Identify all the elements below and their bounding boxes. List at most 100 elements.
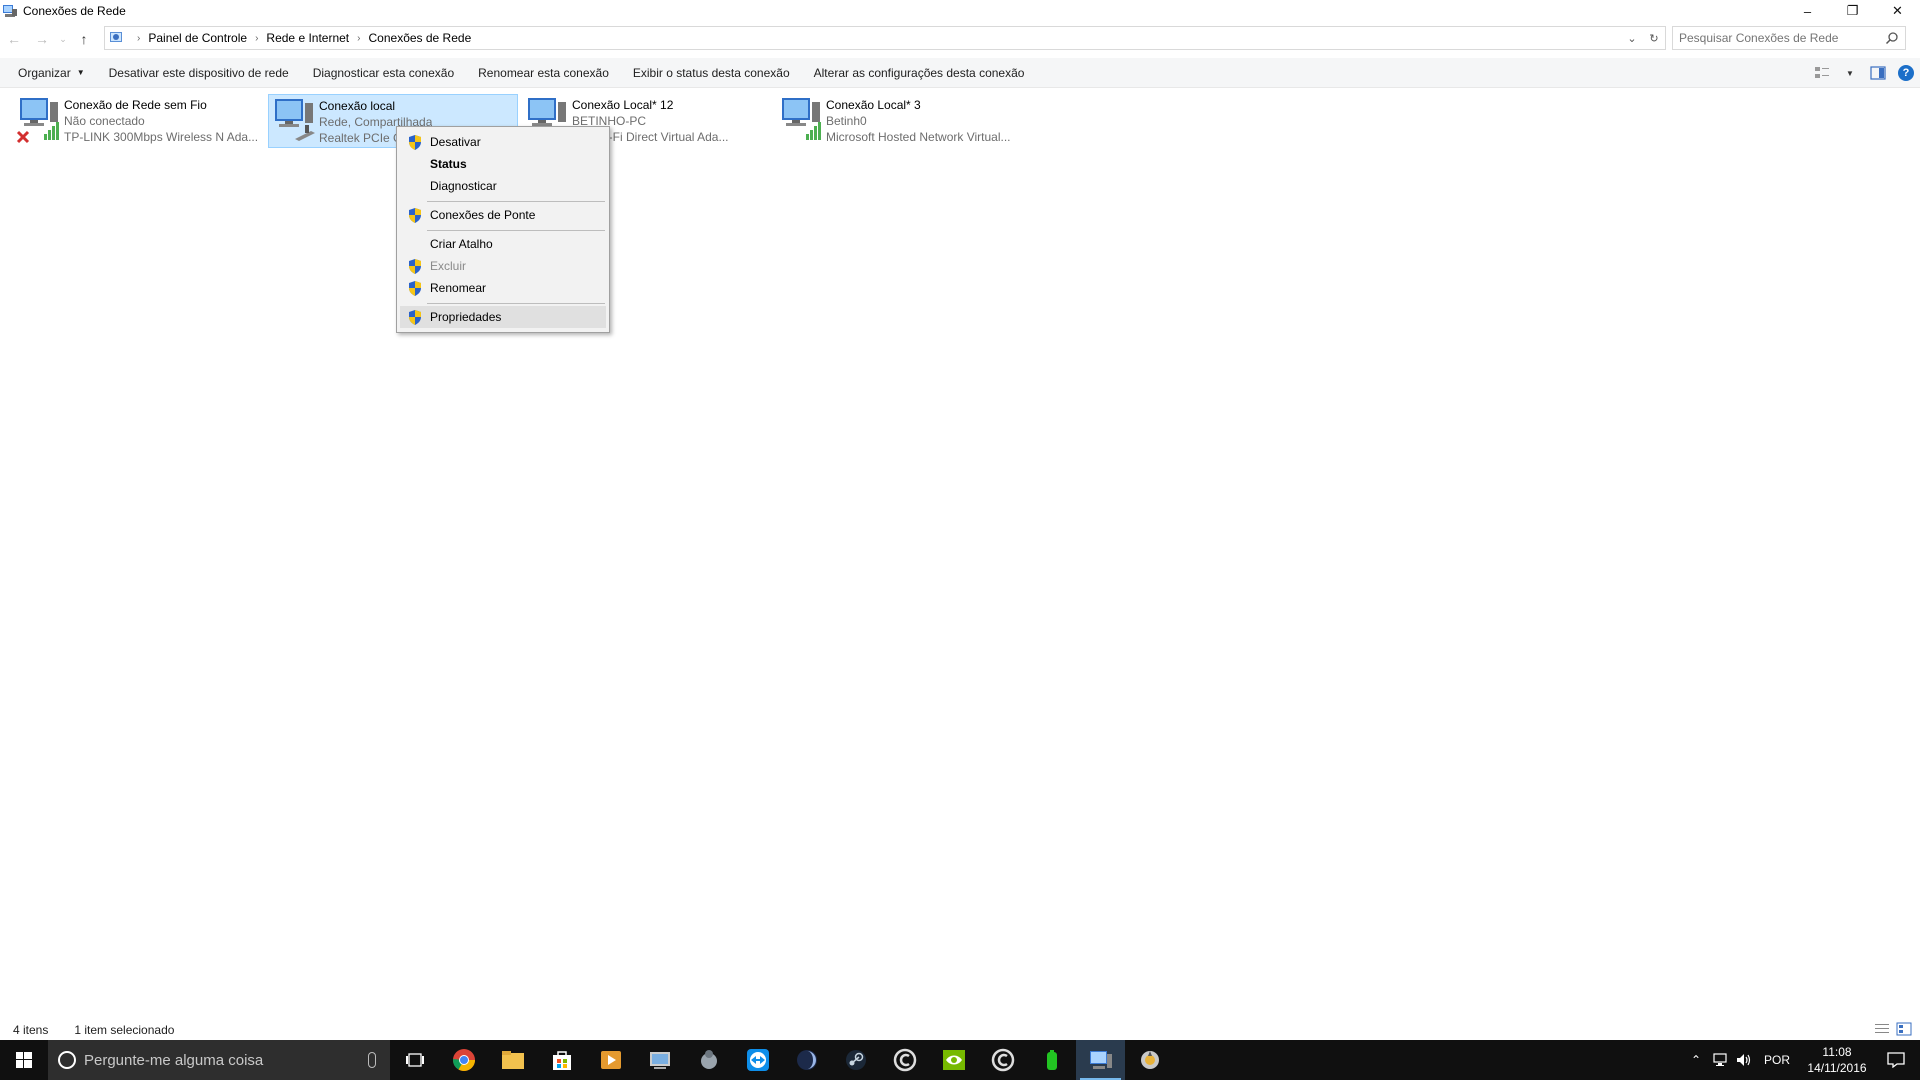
start-button[interactable] xyxy=(0,1040,48,1080)
taskbar-app-network-monitor[interactable] xyxy=(635,1040,684,1080)
menu-item-label: Desativar xyxy=(430,135,481,149)
up-arrow-icon[interactable]: ↑ xyxy=(70,27,98,51)
menu-item-create-shortcut[interactable]: Criar Atalho xyxy=(400,233,606,255)
breadcrumb-network-connections[interactable]: Conexões de Rede xyxy=(369,31,472,45)
menu-item-label: Renomear xyxy=(430,281,487,295)
clock-date: 14/11/2016 xyxy=(1807,1061,1867,1075)
close-button[interactable]: ✕ xyxy=(1875,0,1920,22)
breadcrumb-separator-icon[interactable]: › xyxy=(137,33,140,44)
menu-item-diagnose[interactable]: Diagnosticar xyxy=(400,175,606,197)
microphone-icon[interactable] xyxy=(368,1052,376,1068)
menu-item-properties[interactable]: Propriedades xyxy=(400,306,606,328)
breadcrumb-separator-icon[interactable]: › xyxy=(255,33,258,44)
organize-button[interactable]: Organizar ▼ xyxy=(0,59,97,87)
uac-shield-icon xyxy=(409,259,421,274)
taskbar-app-teamviewer[interactable] xyxy=(733,1040,782,1080)
breadcrumb-separator-icon[interactable]: › xyxy=(357,33,360,44)
input-language-indicator[interactable]: POR xyxy=(1764,1053,1790,1067)
view-status-button[interactable]: Exibir o status desta conexão xyxy=(621,59,802,87)
taskbar-app-media-player[interactable] xyxy=(586,1040,635,1080)
view-dropdown-arrow-icon[interactable]: ▼ xyxy=(1836,59,1864,87)
network-connections-app-icon xyxy=(2,3,18,19)
help-icon[interactable]: ? xyxy=(1892,59,1920,87)
details-view-icon[interactable] xyxy=(1874,1022,1890,1039)
taskbar-app-battery-tool[interactable] xyxy=(1027,1040,1076,1080)
connection-status: Betinh0 xyxy=(826,114,867,128)
status-bar: 4 itens 1 item selecionado xyxy=(0,1020,1920,1040)
menu-item-delete[interactable]: Excluir xyxy=(400,255,606,277)
menu-item-label: Propriedades xyxy=(430,310,502,324)
uac-shield-icon xyxy=(409,135,421,150)
change-settings-button[interactable]: Alterar as configurações desta conexão xyxy=(802,59,1037,87)
notification-icon xyxy=(1887,1052,1905,1068)
taskbar-app-bug-tool[interactable] xyxy=(684,1040,733,1080)
search-input[interactable] xyxy=(1679,31,1879,45)
breadcrumb-control-panel[interactable]: Painel de Controle xyxy=(148,31,247,45)
network-connections-icon xyxy=(1089,1051,1112,1069)
window-title: Conexões de Rede xyxy=(23,4,126,18)
search-icon[interactable] xyxy=(1885,31,1899,45)
minimize-button[interactable]: – xyxy=(1785,0,1830,22)
menu-separator xyxy=(427,201,605,202)
chrome-icon xyxy=(452,1049,475,1071)
taskbar-app-ccleaner-2[interactable] xyxy=(978,1040,1027,1080)
menu-item-rename[interactable]: Renomear xyxy=(400,277,606,299)
taskbar-app-file-explorer[interactable] xyxy=(488,1040,537,1080)
menu-item-status[interactable]: Status xyxy=(400,153,606,175)
ccleaner-icon xyxy=(991,1048,1014,1072)
restore-button[interactable]: ❐ xyxy=(1830,0,1875,22)
connection-name: Conexão de Rede sem Fio xyxy=(64,98,207,112)
menu-item-label: Diagnosticar xyxy=(430,179,497,193)
taskbar-app-ccleaner[interactable] xyxy=(880,1040,929,1080)
search-box[interactable] xyxy=(1672,26,1906,50)
nvidia-icon xyxy=(942,1050,965,1070)
view-options-icon[interactable] xyxy=(1808,59,1836,87)
back-arrow-icon[interactable]: ← xyxy=(0,27,28,51)
recent-locations-chevron-icon[interactable]: ⌄ xyxy=(56,27,70,51)
command-bar: Organizar ▼ Desativar este dispositivo de… xyxy=(0,58,1920,88)
cortana-search-box[interactable]: Pergunte-me alguma coisa xyxy=(48,1040,390,1080)
preview-pane-icon[interactable] xyxy=(1864,59,1892,87)
taskbar: Pergunte-me alguma coisa ⌃ POR 11:08 14/… xyxy=(0,1040,1920,1080)
taskbar-app-steam[interactable] xyxy=(831,1040,880,1080)
refresh-icon[interactable]: ↻ xyxy=(1643,27,1665,49)
menu-item-label: Conexões de Ponte xyxy=(430,208,536,222)
connection-name: Conexão Local* 3 xyxy=(826,98,921,112)
forward-arrow-icon[interactable]: → xyxy=(28,27,56,51)
taskbar-app-cpu-tool[interactable] xyxy=(1125,1040,1174,1080)
diagnose-button[interactable]: Diagnosticar esta conexão xyxy=(301,59,466,87)
title-bar: Conexões de Rede – ❐ ✕ xyxy=(0,0,1920,22)
clock-time: 11:08 xyxy=(1822,1045,1852,1059)
taskbar-app-nvidia[interactable] xyxy=(929,1040,978,1080)
network-tray-icon[interactable] xyxy=(1708,1040,1732,1080)
uac-shield-icon xyxy=(409,208,421,223)
rename-button[interactable]: Renomear esta conexão xyxy=(466,59,621,87)
tiles-view-icon[interactable] xyxy=(1896,1022,1912,1039)
address-dropdown-chevron-icon[interactable]: ⌄ xyxy=(1621,27,1643,49)
control-panel-icon xyxy=(109,30,125,46)
address-bar: ← → ⌄ ↑ › Painel de Controle › Rede e In… xyxy=(0,26,1920,52)
action-center-button[interactable] xyxy=(1872,1040,1920,1080)
bug-tool-icon xyxy=(700,1050,717,1069)
menu-separator xyxy=(427,303,605,304)
menu-item-bridge-connections[interactable]: Conexões de Ponte xyxy=(400,204,606,226)
cortana-search-placeholder: Pergunte-me alguma coisa xyxy=(84,1051,264,1069)
taskbar-app-flux[interactable] xyxy=(782,1040,831,1080)
breadcrumb-network-internet[interactable]: Rede e Internet xyxy=(266,31,349,45)
media-player-icon xyxy=(600,1051,621,1069)
taskbar-app-network-connections[interactable] xyxy=(1076,1040,1125,1080)
connection-item-local-3[interactable]: Conexão Local* 3 Betinh0 Microsoft Hoste… xyxy=(776,94,1036,148)
clock[interactable]: 11:08 14/11/2016 xyxy=(1802,1044,1872,1076)
task-view-icon xyxy=(405,1053,424,1067)
breadcrumb[interactable]: › Painel de Controle › Rede e Internet ›… xyxy=(104,26,1666,50)
disable-device-button[interactable]: Desativar este dispositivo de rede xyxy=(97,59,301,87)
help-label: ? xyxy=(1898,65,1914,81)
volume-icon[interactable] xyxy=(1732,1040,1756,1080)
connection-item-wireless[interactable]: Conexão de Rede sem Fio Não conectado TP… xyxy=(14,94,262,148)
system-tray: ⌃ POR 11:08 14/11/2016 xyxy=(1684,1040,1920,1080)
taskbar-app-chrome[interactable] xyxy=(439,1040,488,1080)
taskbar-app-store[interactable] xyxy=(537,1040,586,1080)
show-hidden-icons-chevron-icon[interactable]: ⌃ xyxy=(1684,1040,1708,1080)
menu-item-disable[interactable]: Desativar xyxy=(400,131,606,153)
task-view-button[interactable] xyxy=(390,1040,439,1080)
